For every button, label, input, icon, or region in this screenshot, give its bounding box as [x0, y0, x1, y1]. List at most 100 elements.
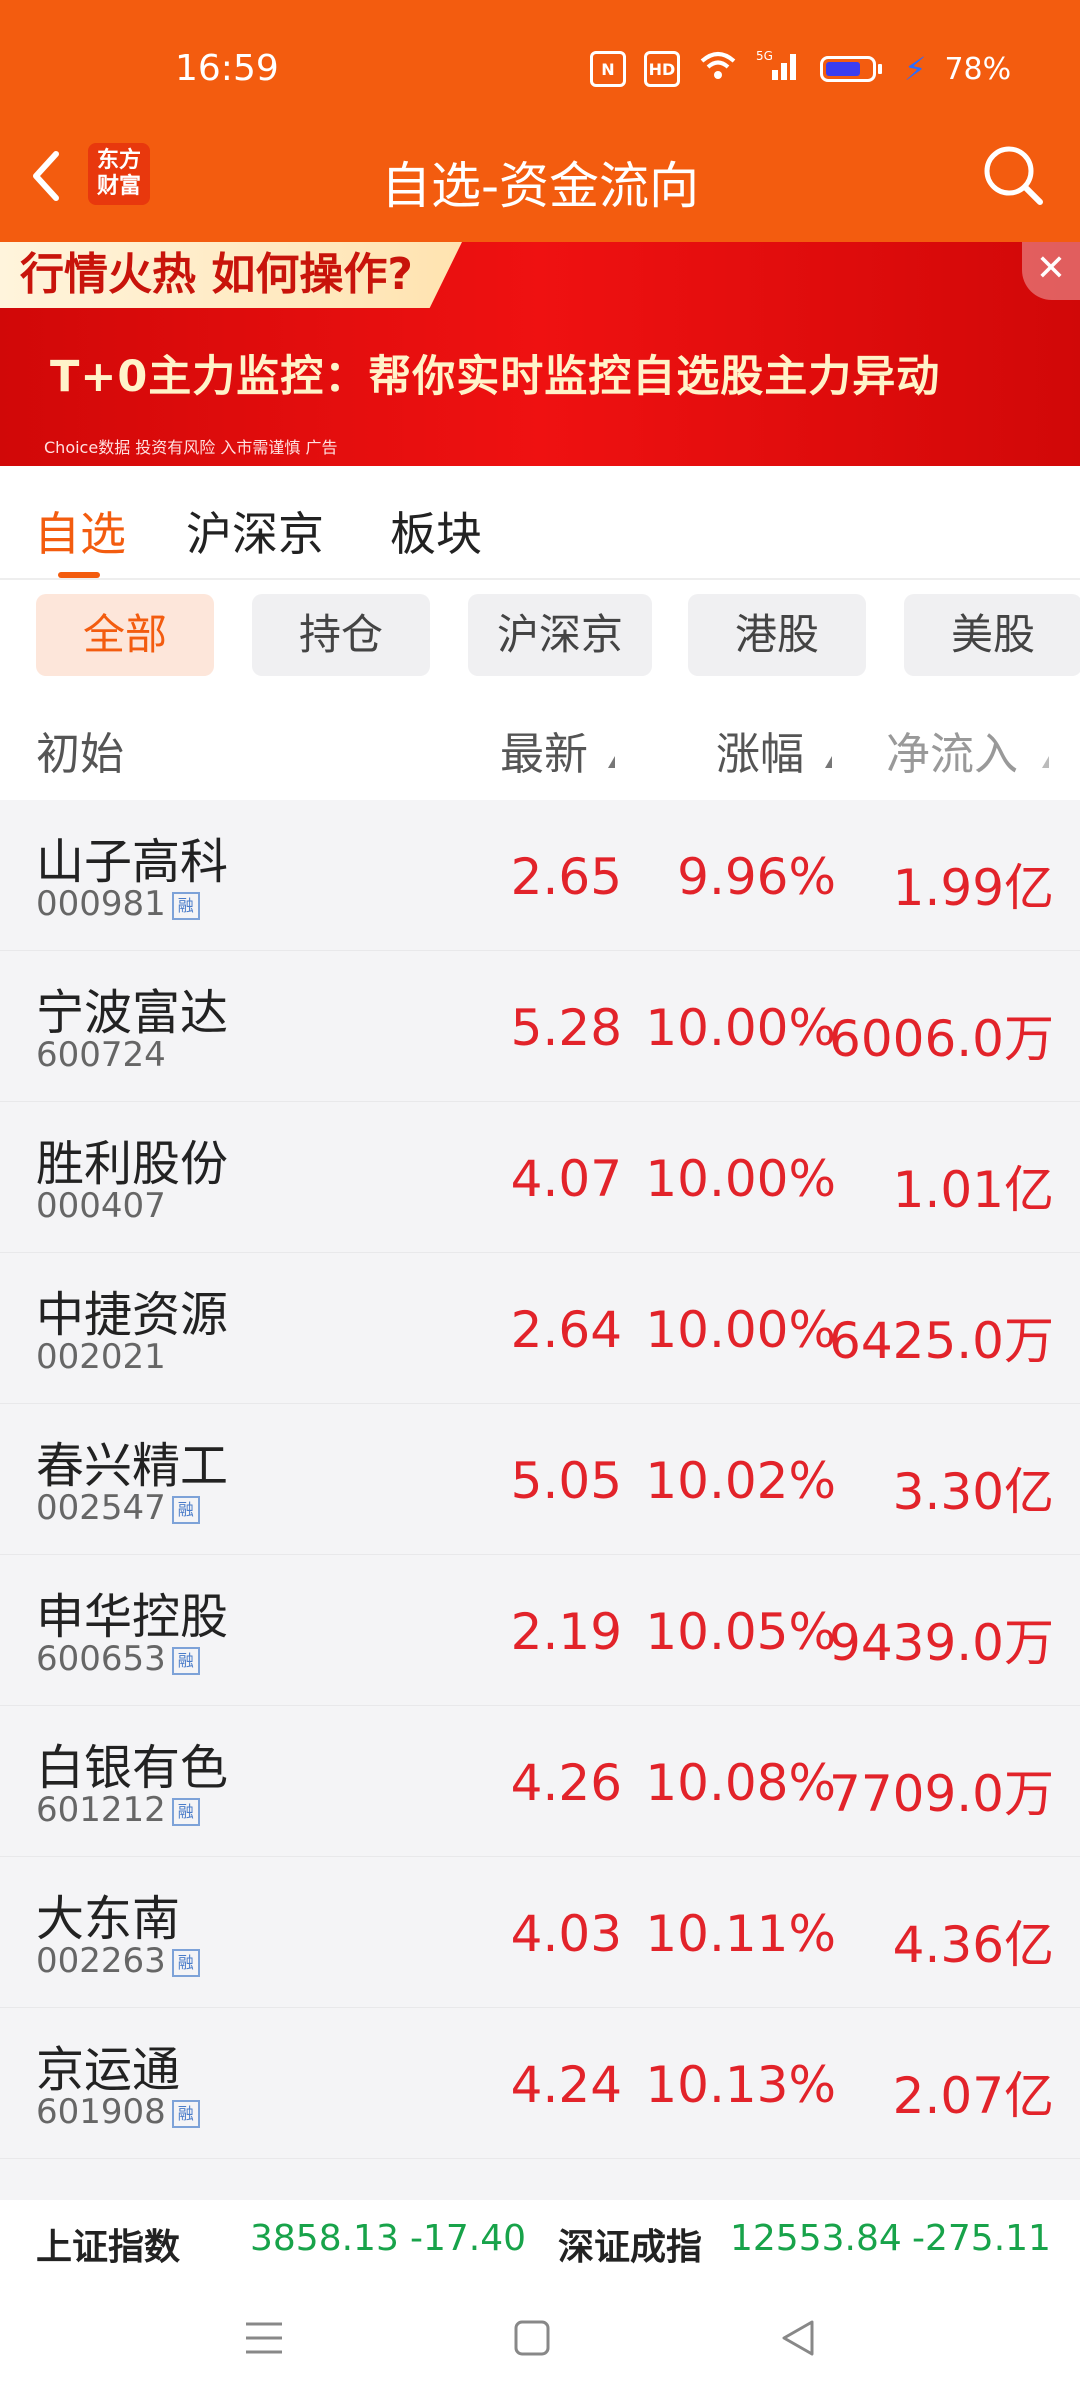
stock-net-inflow: 7709.0万	[829, 1765, 1054, 1823]
chip-a-share[interactable]: 沪深京	[468, 594, 652, 676]
charging-icon: ⚡	[904, 50, 927, 88]
banner-footer: Choice数据 投资有风险 入市需谨慎 广告	[44, 438, 338, 457]
stock-list: 山子高科 000981 融 2.65 9.96% 1.99亿 宁波富达 60072…	[0, 800, 1080, 2159]
stock-code: 601908 融	[36, 2092, 200, 2132]
stock-net-inflow: 9439.0万	[829, 1614, 1054, 1672]
filter-chips: 全部 持仓 沪深京 港股 美股	[0, 580, 1080, 690]
stock-price: 4.07	[510, 1150, 622, 1208]
stock-net-inflow: 4.36亿	[892, 1916, 1054, 1974]
stock-name: 宁波富达	[36, 985, 229, 1041]
chip-holdings[interactable]: 持仓	[252, 594, 430, 676]
status-icons: N HD 5G ⚡ 78%	[590, 46, 1011, 92]
home-icon[interactable]	[510, 2316, 554, 2360]
stock-name: 山子高科	[36, 834, 229, 890]
stock-price: 2.65	[510, 848, 622, 906]
table-row[interactable]: 大东南 002263 融 4.03 10.11% 4.36亿	[0, 1857, 1080, 2008]
table-row[interactable]: 申华控股 600653 融 2.19 10.05% 9439.0万	[0, 1555, 1080, 1706]
svg-text:5G: 5G	[756, 49, 773, 63]
tab-market[interactable]: 沪深京	[186, 498, 324, 564]
sh-index-value: 3858.13	[250, 2218, 399, 2259]
tab-sector[interactable]: 板块	[390, 498, 482, 564]
col-price[interactable]: 最新	[500, 718, 588, 782]
table-row[interactable]: 宁波富达 600724 5.28 10.00% 6006.0万	[0, 951, 1080, 1102]
stock-code: 000407	[36, 1186, 166, 1226]
stock-code: 600653 融	[36, 1639, 200, 1679]
table-row[interactable]: 山子高科 000981 融 2.65 9.96% 1.99亿	[0, 800, 1080, 951]
signal-icon: 5G	[756, 48, 802, 90]
sort-icon	[1042, 756, 1049, 768]
stock-change: 10.11%	[645, 1905, 836, 1963]
sort-icon	[608, 756, 615, 768]
table-row[interactable]: 胜利股份 000407 4.07 10.00% 1.01亿	[0, 1102, 1080, 1253]
stock-name: 申华控股	[36, 1589, 229, 1645]
stock-change: 10.00%	[645, 1150, 836, 1208]
column-header: 初始 最新 涨幅 净流入	[0, 690, 1080, 800]
stock-change: 10.08%	[645, 1754, 836, 1812]
search-icon[interactable]	[980, 142, 1046, 208]
sz-index-change: -275.11	[912, 2218, 1051, 2259]
stock-net-inflow: 2.07亿	[892, 2067, 1054, 2125]
wifi-icon	[698, 49, 738, 89]
sz-index-value: 12553.84	[730, 2218, 902, 2259]
tab-watchlist[interactable]: 自选	[34, 498, 126, 564]
table-row[interactable]: 京运通 601908 融 4.24 10.13% 2.07亿	[0, 2008, 1080, 2159]
col-net-inflow[interactable]: 净流入	[886, 718, 1018, 782]
stock-price: 4.26	[510, 1754, 622, 1812]
stock-change: 9.96%	[677, 848, 836, 906]
hd-icon: HD	[644, 51, 680, 87]
stock-name: 白银有色	[36, 1740, 229, 1796]
table-row[interactable]: 春兴精工 002547 融 5.05 10.02% 3.30亿	[0, 1404, 1080, 1555]
back-triangle-icon[interactable]	[776, 2316, 820, 2360]
stock-code: 600724	[36, 1035, 166, 1075]
stock-change: 10.02%	[645, 1452, 836, 1510]
stock-code: 601212 融	[36, 1790, 200, 1830]
stock-change: 10.05%	[645, 1603, 836, 1661]
close-icon[interactable]: ✕	[1022, 242, 1080, 300]
stock-price: 2.64	[510, 1301, 622, 1359]
stock-name: 胜利股份	[36, 1136, 229, 1192]
battery-icon	[820, 56, 882, 82]
stock-code: 002021	[36, 1337, 166, 1377]
stock-name: 京运通	[36, 2042, 181, 2098]
table-row[interactable]: 白银有色 601212 融 4.26 10.08% 7709.0万	[0, 1706, 1080, 1857]
tab-indicator	[58, 572, 100, 578]
ad-banner[interactable]: 行情火热 如何操作? ✕ T+0主力监控：帮你实时监控自选股主力异动 Choic…	[0, 242, 1080, 466]
margin-badge: 融	[171, 2099, 200, 2128]
margin-badge: 融	[171, 1646, 200, 1675]
stock-code: 002547 融	[36, 1488, 200, 1528]
table-row[interactable]: 中捷资源 002021 2.64 10.00% 6425.0万	[0, 1253, 1080, 1404]
nfc-icon: N	[590, 51, 626, 87]
stock-code: 002263 融	[36, 1941, 200, 1981]
stock-net-inflow: 3.30亿	[892, 1463, 1054, 1521]
chip-us[interactable]: 美股	[904, 594, 1080, 676]
stock-net-inflow: 1.99亿	[892, 859, 1054, 917]
chip-hk[interactable]: 港股	[688, 594, 866, 676]
battery-percent: 78%	[944, 51, 1012, 87]
margin-badge: 融	[171, 1797, 200, 1826]
stock-price: 5.28	[510, 999, 622, 1057]
col-change[interactable]: 涨幅	[716, 718, 804, 782]
stock-price: 4.03	[510, 1905, 622, 1963]
stock-net-inflow: 6006.0万	[829, 1010, 1054, 1068]
stock-price: 5.05	[510, 1452, 622, 1510]
page-title: 自选-资金流向	[380, 157, 700, 215]
status-time: 16:59	[175, 48, 279, 89]
stock-price: 4.24	[510, 2056, 622, 2114]
main-tabs: 自选 沪深京 板块	[0, 466, 1080, 580]
stock-name: 中捷资源	[36, 1287, 229, 1343]
menu-icon[interactable]	[242, 2316, 286, 2360]
chip-all[interactable]: 全部	[36, 594, 214, 676]
stock-change: 10.00%	[645, 999, 836, 1057]
banner-tag: 行情火热 如何操作?	[0, 242, 462, 308]
system-nav-bar	[0, 2276, 1080, 2400]
stock-change: 10.13%	[645, 2056, 836, 2114]
sort-icon	[825, 756, 832, 768]
app-header: 16:59 N HD 5G ⚡ 78% 东方 财富 自选-资金流向	[0, 0, 1080, 242]
banner-headline: T+0主力监控：帮你实时监控自选股主力异动	[50, 352, 941, 402]
margin-badge: 融	[171, 891, 200, 920]
stock-net-inflow: 1.01亿	[892, 1161, 1054, 1219]
margin-badge: 融	[171, 1495, 200, 1524]
col-name[interactable]: 初始	[36, 718, 124, 782]
index-ticker[interactable]: 上证指数 3858.13 -17.40 深证成指 12553.84 -275.1…	[0, 2200, 1080, 2276]
stock-code: 000981 融	[36, 884, 200, 924]
